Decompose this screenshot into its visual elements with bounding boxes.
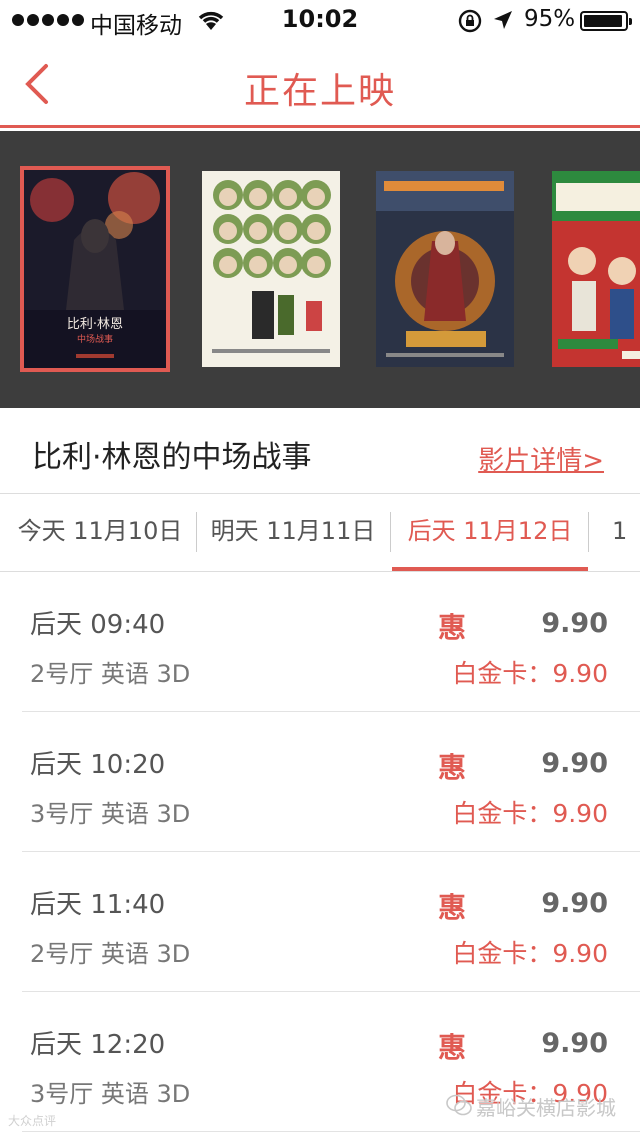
showtime-price: 9.90 [541, 888, 608, 919]
movie-title: 比利·林恩的中场战事 [32, 440, 312, 475]
platinum-card-price: 白金卡：9.90 [452, 659, 608, 688]
battery-percent: 95% [524, 6, 576, 32]
tab-divider [390, 512, 391, 552]
movie-detail-link[interactable]: 影片详情> [478, 440, 604, 477]
poster-wo-bu-shi-pan-jin-lian[interactable] [202, 171, 340, 367]
showtime-price: 9.90 [541, 608, 608, 639]
date-tabs: 今天 11月10日 明天 11月11日 后天 11月12日 1 [0, 494, 640, 572]
poster-billy-lynn-title: 比利·林恩 [67, 317, 123, 332]
discount-badge: 惠 [438, 751, 467, 784]
tab-divider [588, 512, 589, 552]
nav-bar: 正在上映 [0, 40, 640, 128]
showtime-hall: 2号厅 英语 3D [30, 660, 191, 688]
rotation-lock-icon [458, 9, 482, 33]
watermark-small-text: 大众点评 [8, 1114, 57, 1128]
wechat-icon [446, 1094, 472, 1116]
showtime-price: 9.90 [541, 1028, 608, 1059]
discount-badge: 惠 [438, 1031, 467, 1064]
discount-badge: 惠 [438, 891, 467, 924]
showtime-row[interactable]: 后天 09:40 2号厅 英语 3D 惠 9.90 白金卡：9.90 [22, 572, 640, 712]
poster-doctor-strange-image [376, 171, 514, 367]
poster-billy-lynn-subtitle: 中场战事 [77, 333, 113, 345]
showtime-hall: 2号厅 英语 3D [30, 940, 191, 968]
tab-today[interactable]: 今天 11月10日 [8, 494, 192, 571]
poster-billy-lynn[interactable]: 比利·林恩 中场战事 [20, 166, 170, 372]
tab-tomorrow[interactable]: 明天 11月11日 [200, 494, 386, 571]
discount-badge: 惠 [438, 611, 467, 644]
watermark-text: 嘉峪关横店影城 [476, 1096, 616, 1120]
tab-day-after-tomorrow[interactable]: 后天 11月12日 [392, 494, 588, 571]
platinum-card-price: 白金卡：9.90 [452, 799, 608, 828]
showtime-price: 9.90 [541, 748, 608, 779]
page-title: 正在上映 [243, 71, 396, 112]
poster-lv-de-shui[interactable] [552, 171, 640, 367]
battery-icon [580, 11, 632, 31]
poster-doctor-strange[interactable] [376, 171, 514, 367]
showtime-hall: 3号厅 英语 3D [30, 1080, 191, 1108]
showtime-time: 后天 12:20 [30, 1030, 166, 1060]
poster-lv-de-shui-image [552, 171, 640, 367]
showtime-time: 后天 11:40 [30, 890, 166, 920]
showtime-list: 后天 09:40 2号厅 英语 3D 惠 9.90 白金卡：9.90 后天 10… [0, 572, 640, 1132]
poster-carousel[interactable]: 比利·林恩 中场战事 [0, 131, 640, 408]
location-arrow-icon [494, 11, 512, 29]
poster-wo-bu-shi-pan-jin-lian-image [202, 171, 340, 367]
tab-divider [196, 512, 197, 552]
showtime-row[interactable]: 后天 11:40 2号厅 英语 3D 惠 9.90 白金卡：9.90 [22, 852, 640, 992]
tab-next-day[interactable]: 1 [612, 494, 640, 571]
showtime-time: 后天 10:20 [30, 750, 166, 780]
showtime-row[interactable]: 后天 10:20 3号厅 英语 3D 惠 9.90 白金卡：9.90 [22, 712, 640, 852]
showtime-hall: 3号厅 英语 3D [30, 800, 191, 828]
poster-billy-lynn-image: 比利·林恩 中场战事 [24, 170, 166, 368]
platinum-card-price: 白金卡：9.90 [452, 939, 608, 968]
showtime-time: 后天 09:40 [30, 610, 166, 640]
movie-title-row: 比利·林恩的中场战事 影片详情> [0, 408, 640, 494]
status-bar: 中国移动 10:02 95% [0, 0, 640, 40]
